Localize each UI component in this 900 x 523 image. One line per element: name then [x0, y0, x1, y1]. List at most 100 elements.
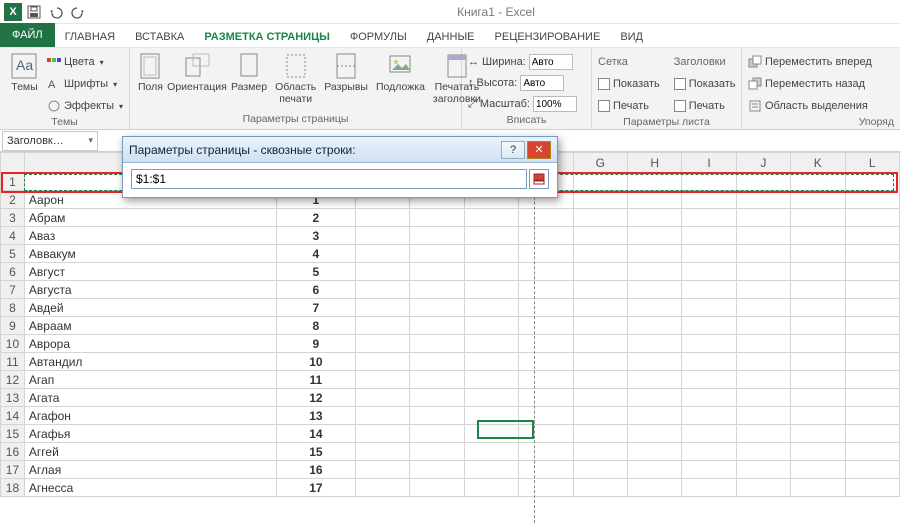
col-header[interactable]: J: [736, 153, 790, 173]
cell[interactable]: 4: [277, 245, 356, 263]
tab-page-layout[interactable]: РАЗМЕТКА СТРАНИЦЫ: [194, 27, 340, 47]
cell[interactable]: 7: [277, 299, 356, 317]
row-header[interactable]: 7: [1, 281, 25, 299]
cell[interactable]: Августа: [24, 281, 276, 299]
cell[interactable]: Агнесса: [24, 479, 276, 497]
row-header[interactable]: 8: [1, 299, 25, 317]
table-row[interactable]: 8Авдей7: [1, 299, 900, 317]
cell[interactable]: Аваз: [24, 227, 276, 245]
row-header[interactable]: 9: [1, 317, 25, 335]
row-header[interactable]: 12: [1, 371, 25, 389]
scale-field[interactable]: [533, 96, 577, 112]
row-header[interactable]: 6: [1, 263, 25, 281]
margins-button[interactable]: Поля: [136, 50, 165, 96]
cell[interactable]: 13: [277, 407, 356, 425]
table-row[interactable]: 15Агафья14: [1, 425, 900, 443]
table-row[interactable]: 13Агата12: [1, 389, 900, 407]
tab-data[interactable]: ДАННЫЕ: [417, 27, 485, 47]
themes-button[interactable]: Aa Темы: [6, 50, 43, 96]
tab-home[interactable]: ГЛАВНАЯ: [55, 27, 125, 47]
bring-forward-button[interactable]: Переместить вперед: [748, 52, 872, 72]
cell[interactable]: Агафья: [24, 425, 276, 443]
row-header[interactable]: 13: [1, 389, 25, 407]
cell[interactable]: Аглая: [24, 461, 276, 479]
cell[interactable]: 15: [277, 443, 356, 461]
theme-colors-button[interactable]: Цвета▾: [47, 52, 123, 72]
gridlines-view-checkbox[interactable]: Показать: [598, 74, 660, 94]
col-header[interactable]: I: [682, 153, 736, 173]
table-row[interactable]: 4Аваз3: [1, 227, 900, 245]
cell[interactable]: Агафон: [24, 407, 276, 425]
row-header[interactable]: 5: [1, 245, 25, 263]
table-row[interactable]: 3Абрам2: [1, 209, 900, 227]
cell[interactable]: 2: [277, 209, 356, 227]
orientation-button[interactable]: Ориентация: [169, 50, 225, 96]
theme-effects-button[interactable]: Эффекты▾: [47, 96, 123, 116]
background-button[interactable]: Подложка: [374, 50, 427, 96]
cell[interactable]: Аввакум: [24, 245, 276, 263]
row-header[interactable]: 17: [1, 461, 25, 479]
row-header[interactable]: 14: [1, 407, 25, 425]
cell[interactable]: 16: [277, 461, 356, 479]
table-row[interactable]: 10Аврора9: [1, 335, 900, 353]
select-all-button[interactable]: [1, 153, 25, 173]
row-header[interactable]: 2: [1, 191, 25, 209]
gridlines-print-checkbox[interactable]: Печать: [598, 96, 660, 116]
page-setup-dialog[interactable]: Параметры страницы - сквозные строки: ? …: [122, 136, 558, 198]
tab-view[interactable]: ВИД: [610, 27, 653, 47]
table-row[interactable]: 14Агафон13: [1, 407, 900, 425]
table-row[interactable]: 6Август5: [1, 263, 900, 281]
cell[interactable]: Авдей: [24, 299, 276, 317]
cell[interactable]: 10: [277, 353, 356, 371]
table-row[interactable]: 11Автандил10: [1, 353, 900, 371]
table-row[interactable]: 17Аглая16: [1, 461, 900, 479]
row-header[interactable]: 10: [1, 335, 25, 353]
table-row[interactable]: 7Августа6: [1, 281, 900, 299]
cell[interactable]: 9: [277, 335, 356, 353]
cell[interactable]: Аврора: [24, 335, 276, 353]
cell[interactable]: 11: [277, 371, 356, 389]
send-backward-button[interactable]: Переместить назад: [748, 74, 865, 94]
col-header[interactable]: L: [845, 153, 899, 173]
col-header[interactable]: K: [791, 153, 845, 173]
cell[interactable]: Авраам: [24, 317, 276, 335]
cell[interactable]: 3: [277, 227, 356, 245]
range-input[interactable]: [131, 169, 527, 189]
table-row[interactable]: 18Агнесса17: [1, 479, 900, 497]
table-row[interactable]: 9Авраам8: [1, 317, 900, 335]
worksheet[interactable]: A B C D E F G H I J K L 1ИменаНомер2Ааро…: [0, 152, 900, 523]
undo-button[interactable]: [46, 2, 66, 22]
cell[interactable]: Автандил: [24, 353, 276, 371]
selection-pane-button[interactable]: Область выделения: [748, 96, 868, 116]
tab-review[interactable]: РЕЦЕНЗИРОВАНИЕ: [485, 27, 611, 47]
breaks-button[interactable]: Разрывы: [322, 50, 370, 96]
help-button[interactable]: ?: [501, 141, 525, 159]
cell[interactable]: Август: [24, 263, 276, 281]
redo-button[interactable]: [68, 2, 88, 22]
cell[interactable]: Агата: [24, 389, 276, 407]
row-header[interactable]: 1: [1, 173, 25, 191]
tab-insert[interactable]: ВСТАВКА: [125, 27, 194, 47]
save-button[interactable]: [24, 2, 44, 22]
tab-formulas[interactable]: ФОРМУЛЫ: [340, 27, 417, 47]
col-header[interactable]: G: [573, 153, 627, 173]
row-header[interactable]: 18: [1, 479, 25, 497]
height-field[interactable]: [520, 75, 564, 91]
row-header[interactable]: 16: [1, 443, 25, 461]
cell[interactable]: 8: [277, 317, 356, 335]
cell[interactable]: Абрам: [24, 209, 276, 227]
cell[interactable]: 17: [277, 479, 356, 497]
row-header[interactable]: 11: [1, 353, 25, 371]
theme-fonts-button[interactable]: AШрифты▾: [47, 74, 123, 94]
cell[interactable]: 5: [277, 263, 356, 281]
width-field[interactable]: [529, 54, 573, 70]
cell[interactable]: Аггей: [24, 443, 276, 461]
row-header[interactable]: 15: [1, 425, 25, 443]
collapse-dialog-button[interactable]: [529, 169, 549, 189]
cell[interactable]: 12: [277, 389, 356, 407]
col-header[interactable]: H: [628, 153, 682, 173]
table-row[interactable]: 5Аввакум4: [1, 245, 900, 263]
file-tab[interactable]: ФАЙЛ: [0, 23, 55, 47]
cell[interactable]: 6: [277, 281, 356, 299]
table-row[interactable]: 12Агап11: [1, 371, 900, 389]
